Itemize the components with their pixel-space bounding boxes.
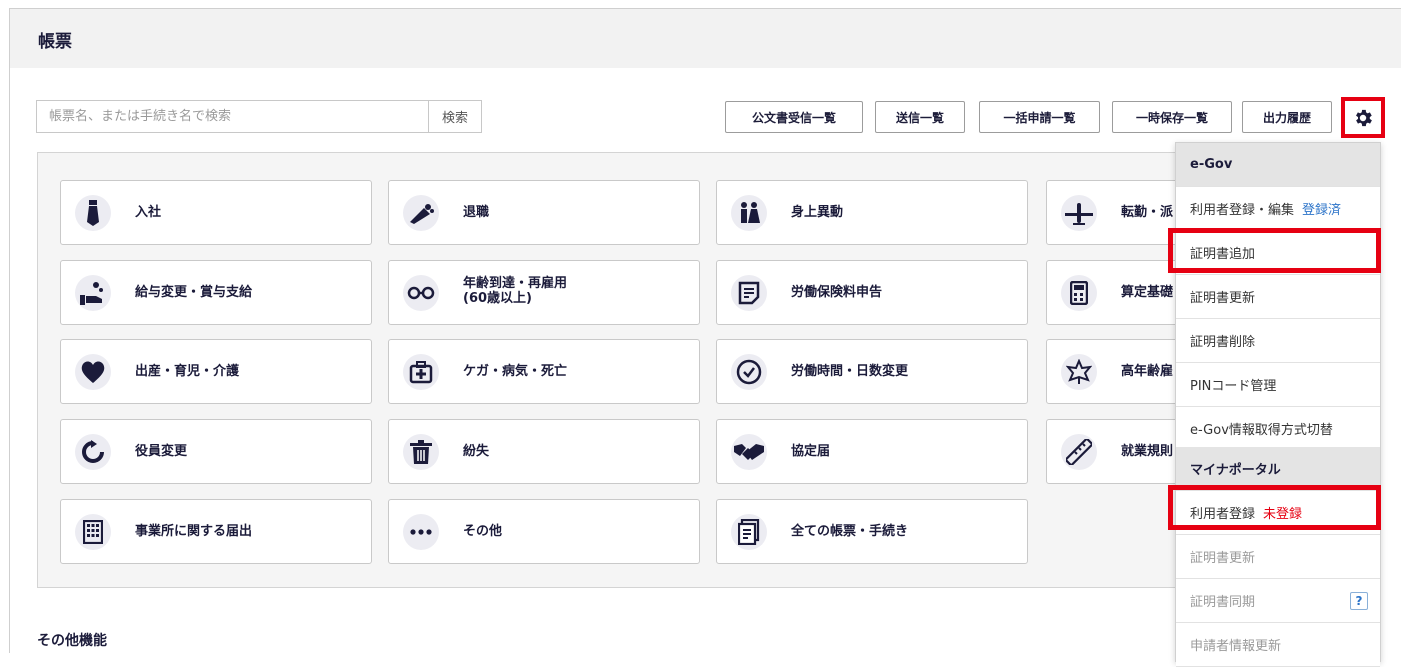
couple-icon	[731, 195, 767, 231]
output-history-button[interactable]: 出力履歴	[1242, 101, 1332, 133]
calculator-icon	[1061, 275, 1097, 311]
handshake-icon	[731, 434, 767, 470]
trash-icon	[403, 434, 439, 470]
card-label: 紛失	[463, 444, 490, 459]
card-office-notification[interactable]: 事業所に関する届出	[60, 499, 372, 564]
form-category-panel: 入社 退職 身上異動 転勤・派 給与変更・賞与支給 年齢到達・再雇用 (60歳以上…	[37, 152, 1358, 588]
heart-icon	[75, 354, 111, 390]
document-icon	[731, 275, 767, 311]
official-doc-inbox-button[interactable]: 公文書受信一覧	[725, 101, 863, 133]
sent-list-button[interactable]: 送信一覧	[875, 101, 965, 133]
card-age-reached[interactable]: 年齢到達・再雇用 (60歳以上)	[388, 260, 700, 325]
menu-item-label: 利用者登録・編集	[1190, 203, 1295, 218]
card-injury-illness[interactable]: ケガ・病気・死亡	[388, 339, 700, 404]
ruler-icon	[1061, 434, 1097, 470]
status-badge: 未登録	[1263, 507, 1303, 522]
building-icon	[75, 514, 111, 550]
card-label: 高年齢雇	[1121, 364, 1174, 379]
card-salary-change[interactable]: 給与変更・賞与支給	[60, 260, 372, 325]
card-label: 算定基礎	[1121, 285, 1174, 300]
card-label: 労働時間・日数変更	[791, 364, 909, 379]
medical-kit-icon	[403, 354, 439, 390]
menu-item-egov-user-registration[interactable]: 利用者登録・編集 登録済	[1176, 187, 1380, 231]
card-label: 協定届	[791, 444, 831, 459]
more-icon	[403, 514, 439, 550]
card-all-forms[interactable]: 全ての帳票・手続き	[716, 499, 1028, 564]
card-labor-insurance[interactable]: 労働保険料申告	[716, 260, 1028, 325]
menu-item-certificate-delete[interactable]: 証明書削除	[1176, 319, 1380, 363]
page-title: 帳票	[38, 32, 72, 52]
menu-item-certificate-update[interactable]: 証明書更新	[1176, 275, 1380, 319]
page-header: 帳票	[9, 8, 1401, 68]
menu-item-applicant-info-update[interactable]: 申請者情報更新	[1176, 623, 1380, 667]
card-hire[interactable]: 入社	[60, 180, 372, 245]
menu-item-myna-certificate-update[interactable]: 証明書更新	[1176, 535, 1380, 579]
menu-section-mynaportal: マイナポータル	[1176, 447, 1380, 491]
status-badge: 登録済	[1302, 203, 1342, 218]
gear-icon	[1356, 109, 1372, 126]
card-label: その他	[463, 524, 503, 539]
card-label: 労働保険料申告	[791, 285, 883, 300]
documents-icon	[731, 514, 767, 550]
card-label: 給与変更・賞与支給	[135, 285, 253, 300]
search-input[interactable]	[37, 101, 430, 132]
tie-icon	[75, 195, 111, 231]
card-label: 事業所に関する届出	[135, 524, 253, 539]
card-label: 年齢到達・再雇用 (60歳以上)	[463, 276, 567, 306]
card-label: 就業規則	[1121, 444, 1174, 459]
refresh-icon	[75, 434, 111, 470]
card-lost[interactable]: 紛失	[388, 419, 700, 484]
clock-icon	[731, 354, 767, 390]
menu-section-egov: e-Gov	[1176, 143, 1380, 187]
card-label: 転勤・派	[1121, 205, 1174, 220]
card-work-hours[interactable]: 労働時間・日数変更	[716, 339, 1028, 404]
menu-item-label: 利用者登録	[1190, 507, 1256, 522]
card-label: ケガ・病気・死亡	[463, 364, 568, 379]
card-other[interactable]: その他	[388, 499, 700, 564]
batch-application-list-button[interactable]: 一括申請一覧	[979, 101, 1100, 133]
help-icon[interactable]: ?	[1350, 592, 1368, 610]
settings-dropdown-menu: e-Gov 利用者登録・編集 登録済 証明書追加 証明書更新 証明書削除 PIN…	[1175, 142, 1381, 667]
card-label: 役員変更	[135, 444, 188, 459]
settings-button[interactable]	[1341, 97, 1385, 138]
airplane-icon	[1061, 195, 1097, 231]
glasses-icon	[403, 275, 439, 311]
card-label: 身上異動	[791, 205, 844, 220]
menu-item-myna-user-registration[interactable]: 利用者登録 未登録	[1176, 491, 1380, 535]
card-label: 全ての帳票・手続き	[791, 524, 909, 539]
salary-hand-icon	[75, 275, 111, 311]
other-functions-title: その他機能	[37, 633, 107, 649]
card-agreement[interactable]: 協定届	[716, 419, 1028, 484]
menu-item-label: 証明書同期	[1190, 595, 1256, 610]
menu-item-myna-certificate-sync[interactable]: 証明書同期 ?	[1176, 579, 1380, 623]
menu-item-certificate-add[interactable]: 証明書追加	[1176, 231, 1380, 275]
maple-leaf-icon	[1061, 354, 1097, 390]
card-label: 退職	[463, 205, 490, 220]
bouquet-icon	[403, 195, 439, 231]
card-retire[interactable]: 退職	[388, 180, 700, 245]
card-label-line1: 年齢到達・再雇用	[463, 276, 568, 291]
card-label: 出産・育児・介護	[135, 364, 240, 379]
menu-item-pin-management[interactable]: PINコード管理	[1176, 363, 1380, 407]
card-officer-change[interactable]: 役員変更	[60, 419, 372, 484]
temp-saved-list-button[interactable]: 一時保存一覧	[1112, 101, 1232, 133]
card-label-line2: (60歳以上)	[463, 291, 532, 306]
search-box: 検索	[36, 100, 482, 133]
search-button[interactable]: 検索	[428, 101, 481, 132]
menu-item-egov-retrieval-mode[interactable]: e-Gov情報取得方式切替	[1176, 407, 1380, 451]
card-personal-change[interactable]: 身上異動	[716, 180, 1028, 245]
card-childcare[interactable]: 出産・育児・介護	[60, 339, 372, 404]
card-label: 入社	[135, 205, 162, 220]
